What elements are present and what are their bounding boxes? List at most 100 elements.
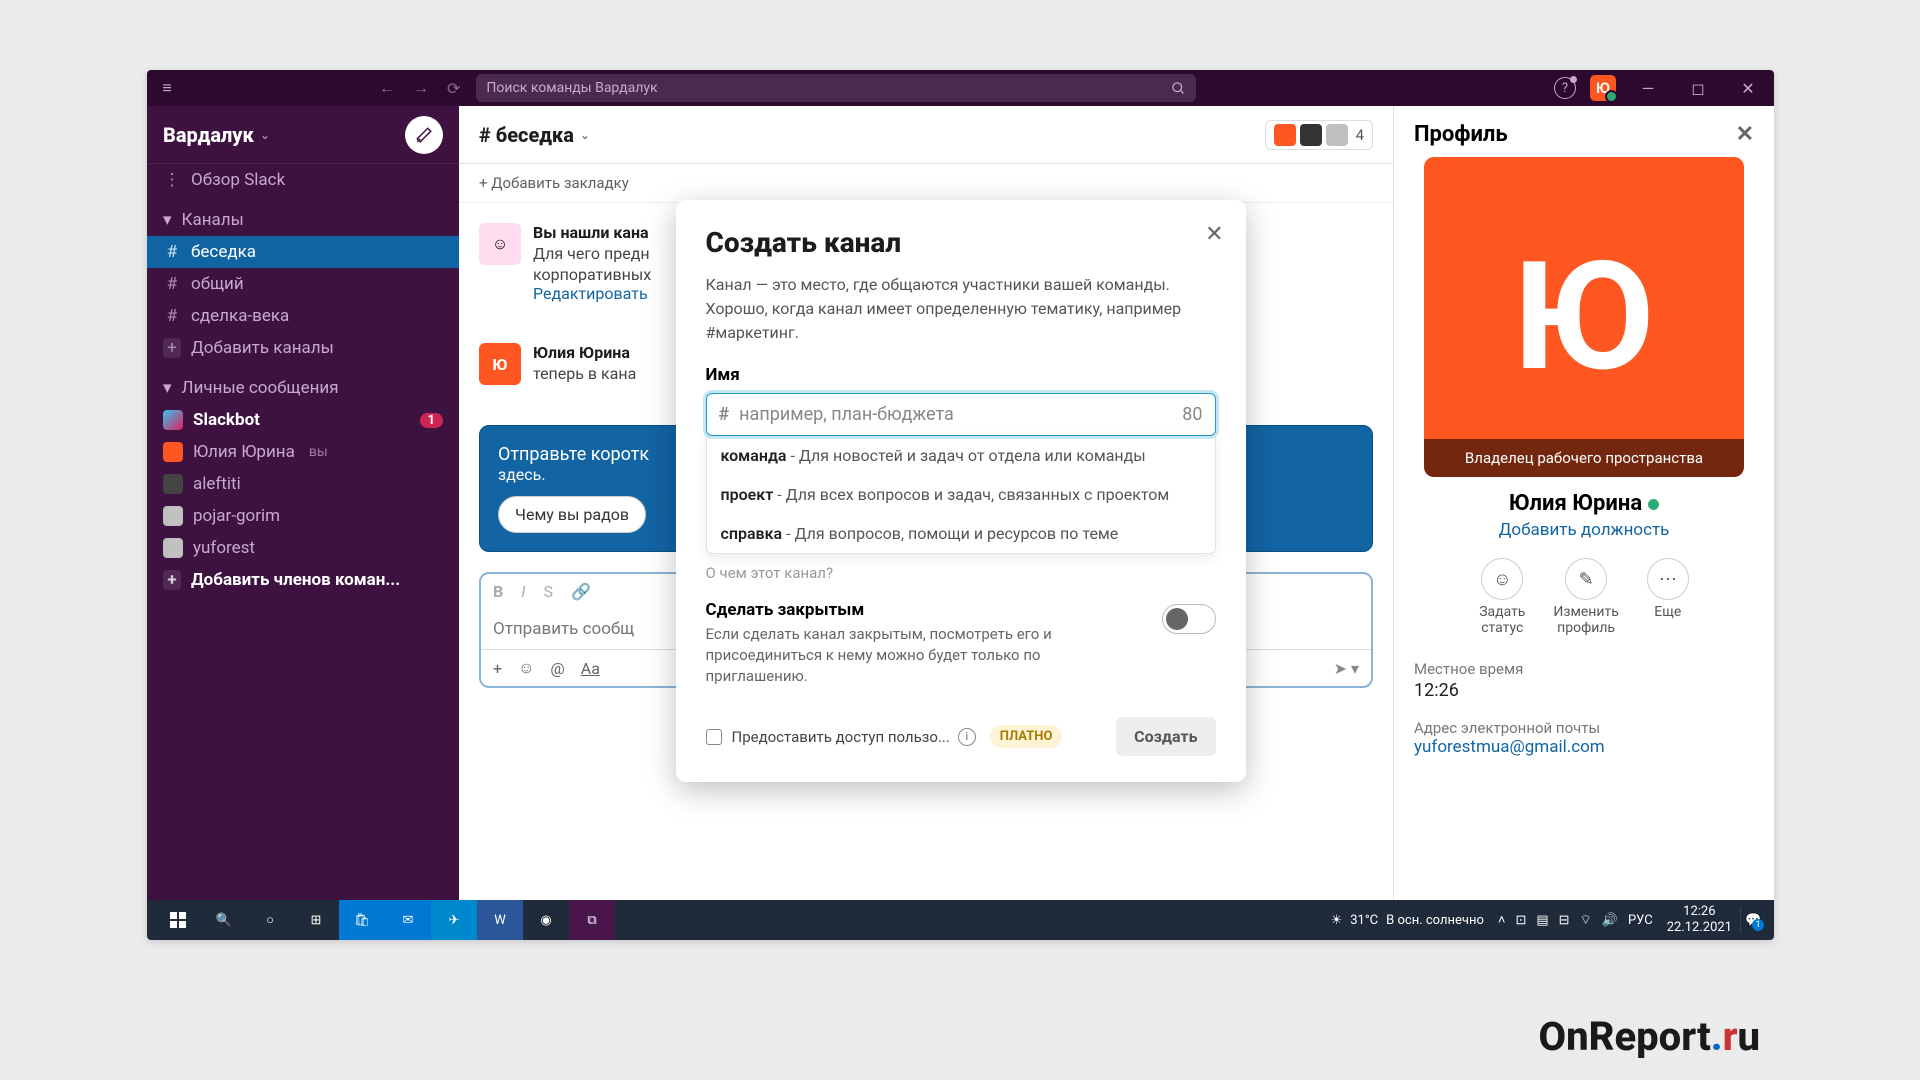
search-icon[interactable]: 🔍 [201, 900, 247, 940]
mail-icon[interactable]: ✉ [385, 900, 431, 940]
profile-name: Юлия Юрина [1509, 491, 1642, 516]
tray-icon[interactable]: ⊟ [1559, 913, 1570, 928]
search-input[interactable]: Поиск команды Вардалук [476, 74, 1196, 102]
taskview-icon[interactable]: ⊞ [293, 900, 339, 940]
nav-back-icon[interactable]: ← [379, 78, 395, 98]
sidebar-channel-obshiy[interactable]: #общий [147, 268, 459, 300]
smile-icon: ☺ [479, 223, 521, 265]
edit-profile-button[interactable]: ✎Изменить профиль [1553, 558, 1618, 636]
channel-name-input[interactable]: # например, план-бюджета 80 [706, 393, 1216, 436]
clock-date: 22.12.2021 [1667, 920, 1732, 936]
member-count-button[interactable]: 4 [1265, 120, 1373, 150]
sidebar-item-label: pojar-gorim [193, 506, 280, 526]
hamburger-icon[interactable]: ≡ [155, 78, 179, 98]
chevron-down-icon: ⌄ [260, 128, 270, 142]
info-icon[interactable]: i [958, 728, 976, 746]
sidebar-item-label: общий [191, 274, 244, 294]
suggestion-item[interactable]: команда - Для новостей и задач от отдела… [707, 436, 1215, 475]
compose-button[interactable] [405, 116, 443, 154]
format-icon[interactable]: Aa [581, 659, 600, 678]
close-button[interactable]: ✕ [1730, 79, 1766, 98]
suggestion-item[interactable]: проект - Для всех вопросов и задач, связ… [707, 475, 1215, 514]
sidebar-section-label: Личные сообщения [182, 378, 339, 398]
close-icon[interactable]: ✕ [1736, 122, 1754, 147]
bold-icon[interactable]: B [493, 582, 503, 601]
titlebar: ≡ ← → ⟳ Поиск команды Вардалук ? Ю — ◻ ✕ [147, 70, 1774, 106]
tray-icon[interactable]: ▤ [1536, 913, 1548, 928]
minimize-button[interactable]: — [1630, 79, 1666, 98]
emoji-icon[interactable]: ☺ [518, 658, 534, 678]
link-icon[interactable]: 🔗 [571, 582, 591, 601]
add-role-link[interactable]: Добавить должность [1414, 520, 1754, 540]
sidebar-section-label: Каналы [182, 210, 244, 230]
sidebar-dm-yulia[interactable]: Юлия Юринавы [147, 436, 459, 468]
plus-icon[interactable]: + [493, 659, 502, 678]
wifi-icon[interactable]: ⌔ [1580, 912, 1592, 928]
profile-title: Профиль [1414, 122, 1508, 147]
add-bookmark-button[interactable]: + Добавить закладку [459, 164, 1393, 203]
strike-icon[interactable]: S [543, 582, 553, 601]
sidebar-item-label: Обзор Slack [191, 170, 285, 190]
tray-icon[interactable]: ⊡ [1515, 913, 1526, 928]
sidebar-dm-slackbot[interactable]: Slackbot1 [147, 404, 459, 436]
user-avatar[interactable]: Ю [1590, 75, 1616, 101]
sidebar-add-members[interactable]: +Добавить членов коман... [147, 564, 459, 596]
volume-icon[interactable]: 🔊 [1602, 913, 1618, 928]
presence-dot-icon [1648, 499, 1659, 510]
language-indicator[interactable]: РУС [1628, 913, 1653, 928]
italic-icon[interactable]: I [521, 582, 525, 601]
sidebar-channel-besedka[interactable]: #беседка [147, 236, 459, 268]
mention-icon[interactable]: @ [550, 659, 564, 678]
avatar-icon [163, 410, 183, 430]
maximize-button[interactable]: ◻ [1680, 79, 1716, 98]
set-status-button[interactable]: ☺Задать статус [1479, 558, 1525, 636]
nav-forward-icon[interactable]: → [413, 78, 429, 98]
notifications-icon[interactable]: 💬 [1740, 907, 1766, 933]
sidebar-dm-aleftiti[interactable]: aleftiti [147, 468, 459, 500]
private-title: Сделать закрытым [706, 600, 1146, 620]
help-icon[interactable]: ? [1554, 77, 1576, 99]
chevron-up-icon[interactable]: ˄ [1498, 912, 1506, 928]
workspace-header[interactable]: Вардалук ⌄ [147, 106, 459, 164]
name-suggestions: команда - Для новостей и задач от отдела… [706, 436, 1216, 554]
message-text: теперь в кана [533, 364, 636, 383]
suggestion-key: проект [721, 485, 774, 504]
sidebar-overview[interactable]: ⋮Обзор Slack [147, 164, 459, 196]
cortana-icon[interactable]: ○ [247, 900, 293, 940]
windows-taskbar: 🔍 ○ ⊞ 🛍 ✉ ✈ W ◉ ⧉ ☀ 31°C В осн. солнечно… [147, 900, 1774, 940]
start-button[interactable] [155, 900, 201, 940]
sidebar-section-channels[interactable]: ▾Каналы [147, 204, 459, 236]
history-icon[interactable]: ⟳ [447, 79, 460, 98]
private-toggle[interactable] [1162, 604, 1216, 634]
share-checkbox[interactable] [706, 729, 722, 745]
close-icon[interactable]: ✕ [1205, 222, 1223, 247]
suggestion-item[interactable]: справка - Для вопросов, помощи и ресурсо… [707, 514, 1215, 553]
char-counter: 80 [1182, 404, 1202, 425]
action-label: Изменить профиль [1553, 604, 1618, 636]
sun-icon: ☀ [1331, 913, 1343, 928]
modal-description: Канал — это место, где общаются участник… [706, 273, 1216, 345]
sidebar-dm-pojar[interactable]: pojar-gorim [147, 500, 459, 532]
message-text: корпоративных [533, 265, 651, 284]
weather-widget[interactable]: ☀ 31°C В осн. солнечно [1331, 913, 1484, 928]
store-icon[interactable]: 🛍 [339, 900, 385, 940]
chevron-down-icon[interactable]: ⌄ [580, 128, 590, 142]
word-icon[interactable]: W [477, 900, 523, 940]
telegram-icon[interactable]: ✈ [431, 900, 477, 940]
message-author: Юлия Юрина [533, 343, 636, 362]
more-button[interactable]: ⋯Еще [1647, 558, 1689, 636]
sidebar-add-channels[interactable]: +Добавить каналы [147, 332, 459, 364]
send-icon[interactable]: ➤ ▾ [1334, 659, 1359, 678]
email-link[interactable]: yuforestmua@gmail.com [1414, 737, 1754, 757]
clock[interactable]: 12:26 22.12.2021 [1667, 904, 1732, 935]
meta-label: Адрес электронной почты [1414, 719, 1754, 737]
sidebar-section-dms[interactable]: ▾Личные сообщения [147, 372, 459, 404]
chrome-icon[interactable]: ◉ [523, 900, 569, 940]
slack-icon[interactable]: ⧉ [569, 900, 615, 940]
sidebar-dm-yuforest[interactable]: yuforest [147, 532, 459, 564]
edit-link[interactable]: Редактировать [533, 284, 651, 303]
banner-prompt[interactable]: Чему вы радов [498, 496, 646, 533]
create-button[interactable]: Создать [1116, 717, 1215, 756]
sidebar-channel-sdelka[interactable]: #сделка-века [147, 300, 459, 332]
channel-title[interactable]: # беседка [479, 123, 574, 147]
